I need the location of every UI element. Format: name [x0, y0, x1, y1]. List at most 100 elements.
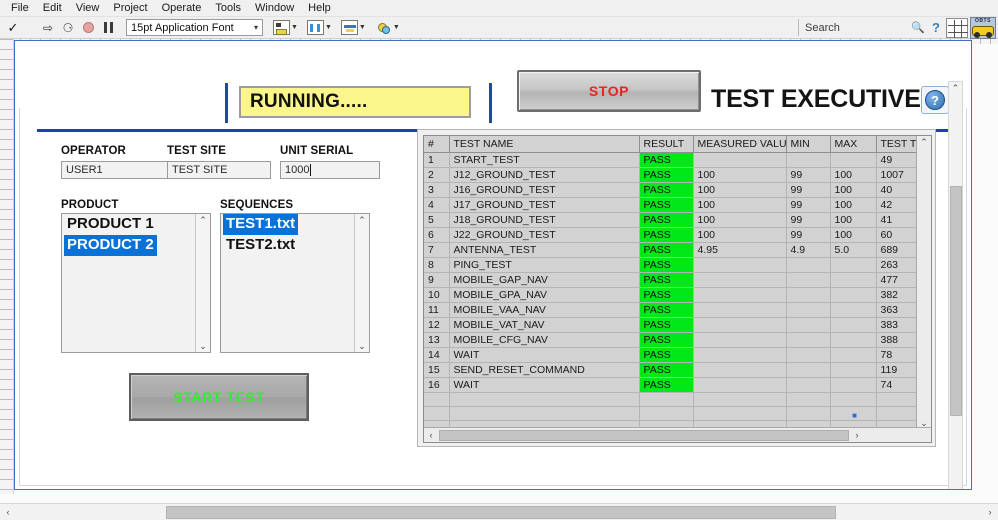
- cell-testtime: 41: [876, 212, 919, 228]
- product-listbox[interactable]: PRODUCT 1 PRODUCT 2 ⌃ ⌄: [61, 213, 211, 353]
- column-header-result[interactable]: RESULT: [639, 136, 694, 153]
- project-robot-icon[interactable]: OBTS: [970, 16, 996, 39]
- start-test-label: START TEST: [173, 389, 265, 405]
- sequence-item-test1[interactable]: TEST1.txt: [223, 214, 299, 235]
- panel-vscrollbar[interactable]: ⌃ ⌄: [948, 81, 963, 489]
- table-row[interactable]: [424, 406, 919, 421]
- table-row[interactable]: 7 ANTENNA_TEST PASS 4.95 4.9 5.0 689: [424, 242, 919, 258]
- operator-label: OPERATOR: [61, 145, 126, 157]
- product-item-1[interactable]: PRODUCT 1: [64, 214, 157, 235]
- product-item-2[interactable]: PRODUCT 2: [64, 235, 157, 256]
- cell-index: 2: [424, 167, 450, 183]
- table-row[interactable]: [424, 392, 919, 407]
- column-header-testtime[interactable]: TEST TIM: [876, 136, 919, 153]
- list-item[interactable]: TEST2.txt: [221, 235, 354, 256]
- menu-item-help[interactable]: Help: [301, 0, 338, 17]
- cell-measured: 100: [693, 167, 787, 183]
- column-header-max[interactable]: MAX: [830, 136, 877, 153]
- table-row[interactable]: 1 START_TEST PASS 49: [424, 152, 919, 168]
- results-table-hscrollbar[interactable]: ‹ ›: [424, 427, 931, 442]
- table-row[interactable]: 10 MOBILE_GPA_NAV PASS 382: [424, 287, 919, 303]
- column-header-index[interactable]: #: [424, 136, 450, 153]
- cell-testtime: 477: [876, 272, 919, 288]
- stop-button[interactable]: STOP: [517, 70, 701, 112]
- scroll-up-icon[interactable]: ⌃: [199, 214, 207, 226]
- font-selector[interactable]: 15pt Application Font ▾: [126, 19, 263, 36]
- menu-item-project[interactable]: Project: [106, 0, 154, 17]
- results-table-vscrollbar[interactable]: ⌃ ⌄: [916, 136, 931, 429]
- scroll-left-icon[interactable]: ‹: [0, 507, 16, 517]
- table-row[interactable]: 11 MOBILE_VAA_NAV PASS 363: [424, 302, 919, 318]
- distribute-objects-button[interactable]: ▼: [306, 20, 332, 35]
- operator-input[interactable]: USER1: [61, 161, 171, 179]
- grid-icon[interactable]: [946, 17, 968, 38]
- menu-item-operate[interactable]: Operate: [155, 0, 209, 17]
- cell-result: PASS: [639, 332, 694, 348]
- sequence-item-test2[interactable]: TEST2.txt: [223, 235, 298, 256]
- cell-testname: WAIT: [449, 377, 640, 393]
- table-row[interactable]: 8 PING_TEST PASS 263: [424, 257, 919, 273]
- panel-vscroll-thumb[interactable]: [949, 186, 962, 416]
- table-row[interactable]: 5 J18_GROUND_TEST PASS 100 99 100 41: [424, 212, 919, 228]
- table-row[interactable]: 6 J22_GROUND_TEST PASS 100 99 100 60: [424, 227, 919, 243]
- scroll-right-icon[interactable]: ›: [850, 430, 864, 440]
- panel-hscrollbar[interactable]: ‹ ›: [0, 503, 998, 520]
- column-header-testname[interactable]: TEST NAME: [449, 136, 640, 153]
- column-header-min[interactable]: MIN: [786, 136, 831, 153]
- start-test-button[interactable]: START TEST: [129, 373, 309, 421]
- scroll-up-icon[interactable]: ⌃: [920, 136, 928, 148]
- abort-execution-icon[interactable]: [78, 19, 98, 37]
- scroll-right-icon[interactable]: ›: [982, 507, 998, 517]
- list-item[interactable]: PRODUCT 2: [62, 235, 195, 256]
- run-check-icon[interactable]: ✓: [0, 19, 26, 37]
- table-row[interactable]: 9 MOBILE_GAP_NAV PASS 477: [424, 272, 919, 288]
- menu-item-file[interactable]: File: [4, 0, 36, 17]
- context-help-icon[interactable]: ?: [932, 20, 940, 35]
- menu-item-view[interactable]: View: [69, 0, 107, 17]
- menu-item-tools[interactable]: Tools: [208, 0, 248, 17]
- scroll-up-icon[interactable]: ⌃: [358, 214, 366, 226]
- cell-measured: [693, 257, 787, 273]
- scroll-up-icon[interactable]: ⌃: [952, 82, 960, 95]
- cell-min: [786, 257, 831, 273]
- resize-objects-button[interactable]: ▼: [340, 20, 366, 35]
- menu-item-edit[interactable]: Edit: [36, 0, 69, 17]
- align-objects-button[interactable]: ▼: [273, 20, 298, 35]
- menu-item-window[interactable]: Window: [248, 0, 301, 17]
- sequences-listbox[interactable]: TEST1.txt TEST2.txt ⌃ ⌄: [220, 213, 370, 353]
- pause-icon[interactable]: [98, 19, 118, 37]
- list-item[interactable]: TEST1.txt: [221, 214, 354, 235]
- column-header-measured[interactable]: MEASURED VALUE: [693, 136, 787, 153]
- cell-testtime: 42: [876, 197, 919, 213]
- table-row[interactable]: 15 SEND_RESET_COMMAND PASS 119: [424, 362, 919, 378]
- cell-max: [830, 317, 877, 333]
- reorder-objects-button[interactable]: ▼: [375, 20, 400, 35]
- table-row[interactable]: 2 J12_GROUND_TEST PASS 100 99 100 1007: [424, 167, 919, 183]
- cell-max: 100: [830, 212, 877, 228]
- cell-max: 100: [830, 182, 877, 198]
- table-row[interactable]: 16 WAIT PASS 74: [424, 377, 919, 393]
- table-row[interactable]: 3 J16_GROUND_TEST PASS 100 99 100 40: [424, 182, 919, 198]
- search-input[interactable]: Search 🔍: [798, 19, 928, 36]
- table-row[interactable]: 14 WAIT PASS 78: [424, 347, 919, 363]
- cell-result: PASS: [639, 377, 694, 393]
- test-site-input[interactable]: TEST SITE: [167, 161, 271, 179]
- table-row[interactable]: 12 MOBILE_VAT_NAV PASS 383: [424, 317, 919, 333]
- scroll-down-icon[interactable]: ⌄: [199, 340, 207, 352]
- table-row[interactable]: 4 J17_GROUND_TEST PASS 100 99 100 42: [424, 197, 919, 213]
- product-list-scrollbar[interactable]: ⌃ ⌄: [195, 214, 210, 352]
- search-icon[interactable]: 🔍: [911, 21, 925, 34]
- panel-hscroll-thumb[interactable]: [166, 505, 836, 519]
- run-arrow-icon[interactable]: ⇨: [38, 19, 58, 37]
- table-row[interactable]: 13 MOBILE_CFG_NAV PASS 388: [424, 332, 919, 348]
- cell-max: [830, 152, 877, 168]
- cell-measured: [693, 347, 787, 363]
- list-item[interactable]: PRODUCT 1: [62, 214, 195, 235]
- sequences-list-scrollbar[interactable]: ⌃ ⌄: [354, 214, 369, 352]
- scroll-left-icon[interactable]: ‹: [424, 430, 438, 440]
- scroll-down-icon[interactable]: ⌄: [358, 340, 366, 352]
- cell-edit-caret: ■: [852, 411, 857, 420]
- unit-serial-input[interactable]: 1000: [280, 161, 380, 179]
- hscroll-thumb[interactable]: [439, 429, 849, 441]
- run-continuously-icon[interactable]: ⚆: [58, 19, 78, 37]
